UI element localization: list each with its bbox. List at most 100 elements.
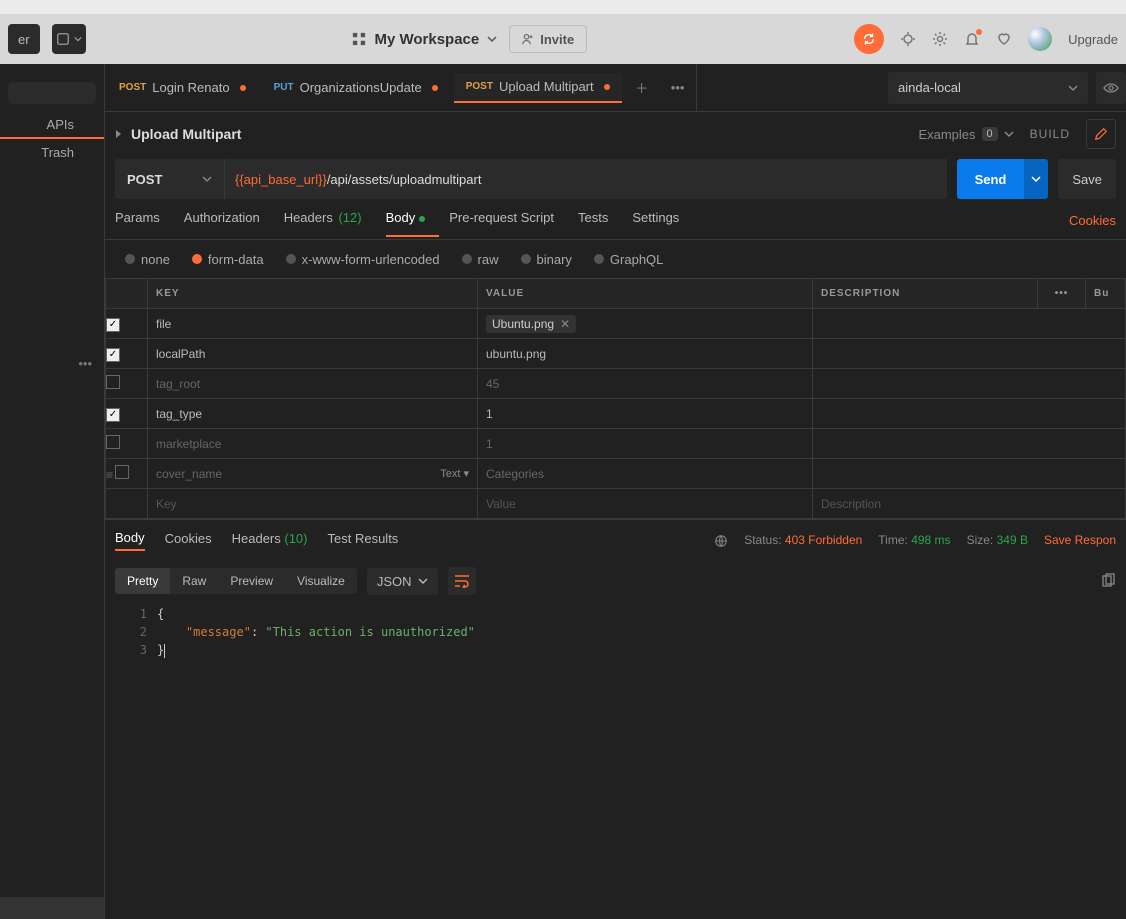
cell-description[interactable] — [813, 429, 1126, 459]
tab-overflow-button[interactable]: ••• — [664, 74, 692, 102]
bodytype-urlencoded[interactable]: x-www-form-urlencoded — [286, 252, 440, 267]
cell-description-placeholder[interactable]: Description — [813, 489, 1126, 519]
url-input[interactable]: {{api_base_url}}/api/assets/uploadmultip… — [225, 159, 947, 199]
cell-description[interactable] — [813, 309, 1126, 339]
sidebar-filter-input[interactable] — [8, 82, 96, 104]
th-more-icon[interactable]: ••• — [1038, 279, 1086, 309]
code-content[interactable]: { "message": "This action is unauthorize… — [157, 605, 475, 659]
cell-description[interactable] — [813, 339, 1126, 369]
send-dropdown-button[interactable] — [1024, 159, 1048, 199]
view-pretty[interactable]: Pretty — [115, 568, 170, 594]
response-tab-headers[interactable]: Headers (10) — [232, 531, 308, 550]
wrap-lines-button[interactable] — [448, 567, 476, 595]
cell-key[interactable]: cover_name Text ▾ — [148, 459, 478, 489]
response-tab-cookies[interactable]: Cookies — [165, 531, 212, 550]
key-type-dropdown[interactable]: Text ▾ — [440, 467, 469, 480]
runner-button[interactable] — [52, 24, 86, 54]
bodytype-binary[interactable]: binary — [521, 252, 572, 267]
cell-value[interactable]: Categories — [478, 459, 813, 489]
new-tab-button[interactable]: ＋ — [628, 74, 656, 102]
bodytype-raw[interactable]: raw — [462, 252, 499, 267]
subtab-tests[interactable]: Tests — [578, 210, 608, 231]
sidebar-item-more[interactable]: ••• — [0, 356, 104, 378]
caret-right-icon[interactable] — [115, 129, 123, 139]
bodytype-formdata[interactable]: form-data — [192, 252, 264, 267]
upgrade-button[interactable]: Upgrade — [1068, 32, 1118, 47]
request-tab[interactable]: PUT OrganizationsUpdate — [262, 73, 450, 103]
row-checkbox[interactable] — [115, 465, 129, 479]
size-value: 349 B — [997, 533, 1028, 547]
examples-dropdown[interactable]: Examples 0 — [918, 127, 1013, 142]
view-raw[interactable]: Raw — [170, 568, 218, 594]
settings-icon[interactable] — [932, 31, 948, 48]
cell-description[interactable] — [813, 459, 1126, 489]
cell-value[interactable]: ubuntu.png — [478, 339, 813, 369]
edit-request-button[interactable] — [1086, 119, 1116, 149]
cell-value-placeholder[interactable]: Value — [478, 489, 813, 519]
http-method-dropdown[interactable]: POST — [115, 159, 225, 199]
cell-value[interactable]: 45 — [478, 369, 813, 399]
sync-button[interactable] — [854, 24, 884, 54]
remove-file-icon[interactable]: ✕ — [560, 317, 570, 331]
unsaved-dot-icon — [240, 85, 246, 91]
user-avatar[interactable] — [1028, 27, 1052, 51]
workspace-switcher[interactable]: My Workspace — [352, 31, 497, 48]
favorite-icon[interactable] — [996, 31, 1012, 48]
network-icon[interactable] — [714, 533, 728, 548]
sidebar-item-selected[interactable] — [0, 897, 104, 919]
row-checkbox[interactable] — [106, 375, 120, 389]
subtab-headers[interactable]: Headers (12) — [284, 210, 362, 231]
view-preview[interactable]: Preview — [218, 568, 285, 594]
subtab-body[interactable]: Body — [386, 210, 426, 231]
copy-response-button[interactable] — [1100, 573, 1116, 590]
cell-key[interactable]: marketplace — [148, 429, 478, 459]
cell-key[interactable]: tag_root — [148, 369, 478, 399]
request-tab-active[interactable]: POST Upload Multipart — [454, 73, 622, 103]
response-tab-testresults[interactable]: Test Results — [328, 531, 399, 550]
row-checkbox[interactable] — [106, 318, 120, 332]
new-button[interactable]: er — [8, 24, 40, 54]
cell-key-placeholder[interactable]: Key — [148, 489, 478, 519]
bodytype-graphql[interactable]: GraphQL — [594, 252, 663, 267]
save-response-button[interactable]: Save Respon — [1044, 533, 1116, 547]
bodytype-none[interactable]: none — [125, 252, 170, 267]
request-title[interactable]: Upload Multipart — [131, 126, 241, 142]
drag-handle-icon[interactable]: ≡ — [106, 468, 113, 482]
cell-key[interactable]: file — [148, 309, 478, 339]
row-checkbox[interactable] — [106, 348, 120, 362]
save-button[interactable]: Save — [1058, 159, 1116, 199]
cell-key[interactable]: tag_type — [148, 399, 478, 429]
cell-value[interactable]: 1 — [478, 429, 813, 459]
environment-selector[interactable]: ainda-local — [888, 72, 1088, 104]
response-body[interactable]: 1 2 3 { "message": "This action is unaut… — [105, 601, 1126, 659]
cell-description[interactable] — [813, 369, 1126, 399]
th-key: KEY — [148, 279, 478, 309]
cell-key[interactable]: localPath — [148, 339, 478, 369]
row-checkbox[interactable] — [106, 435, 120, 449]
chevron-down-icon — [1031, 174, 1041, 184]
response-format-dropdown[interactable]: JSON — [367, 568, 438, 595]
sidebar-tab-trash[interactable]: Trash — [0, 139, 104, 165]
cell-value[interactable]: 1 — [478, 399, 813, 429]
cell-description[interactable] — [813, 399, 1126, 429]
subtab-settings[interactable]: Settings — [632, 210, 679, 231]
view-visualize[interactable]: Visualize — [285, 568, 357, 594]
bulk-edit-link[interactable]: Bu — [1086, 279, 1126, 309]
tab-icon — [56, 32, 70, 46]
cookies-link[interactable]: Cookies — [1069, 213, 1116, 228]
subtab-prerequest-script[interactable]: Pre-request Script — [449, 210, 554, 231]
file-chip[interactable]: Ubuntu.png ✕ — [486, 315, 576, 333]
capture-icon[interactable] — [900, 31, 916, 48]
notifications-icon[interactable] — [964, 31, 980, 48]
request-tab[interactable]: POST Login Renato — [107, 73, 258, 103]
response-tab-body[interactable]: Body — [115, 530, 145, 551]
subtab-params[interactable]: Params — [115, 210, 160, 231]
response-view-tabs: Pretty Raw Preview Visualize — [115, 568, 357, 594]
environment-quicklook-button[interactable] — [1096, 72, 1126, 104]
sidebar-tab-apis[interactable]: APIs — [0, 112, 104, 139]
subtab-authorization[interactable]: Authorization — [184, 210, 260, 231]
send-button[interactable]: Send — [957, 159, 1025, 199]
invite-button[interactable]: Invite — [509, 25, 587, 53]
cell-value[interactable]: Ubuntu.png ✕ — [478, 309, 813, 339]
row-checkbox[interactable] — [106, 408, 120, 422]
